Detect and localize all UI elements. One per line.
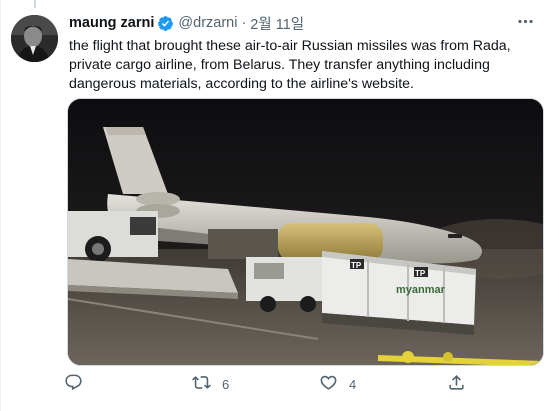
tweet-photo[interactable]: TP myanmar TP	[67, 98, 544, 366]
reply-icon	[64, 373, 83, 395]
avatar[interactable]	[11, 15, 58, 62]
tweet-text: the flight that brought these air-to-air…	[69, 38, 511, 92]
more-icon[interactable]	[513, 11, 537, 31]
retweet-icon	[192, 373, 211, 395]
separator-dot: ·	[241, 15, 247, 31]
share-icon	[447, 373, 466, 395]
retweet-button[interactable]: 6	[192, 371, 229, 397]
like-icon	[319, 373, 338, 395]
container-logo-right: TP	[415, 269, 426, 278]
share-button[interactable]	[447, 371, 477, 397]
reply-button[interactable]	[64, 371, 94, 397]
thread-connector-line	[34, 0, 36, 8]
author-name[interactable]: maung zarni	[69, 15, 154, 31]
tweet-header: maung zarni @drzarni · 2월 11일	[69, 13, 304, 33]
retweet-count: 6	[222, 376, 230, 392]
like-count: 4	[349, 376, 357, 392]
tweet-article[interactable]: maung zarni @drzarni · 2월 11일 the flight…	[0, 0, 559, 411]
author-handle[interactable]: @drzarni	[178, 15, 237, 31]
action-bar: 6 4	[61, 371, 501, 397]
tweet-date[interactable]: 2월 11일	[250, 13, 304, 34]
container-logo-left: TP	[351, 261, 362, 270]
container-brand-text: myanmar	[396, 284, 446, 296]
verified-badge-icon	[157, 15, 174, 32]
like-button[interactable]: 4	[319, 371, 356, 397]
